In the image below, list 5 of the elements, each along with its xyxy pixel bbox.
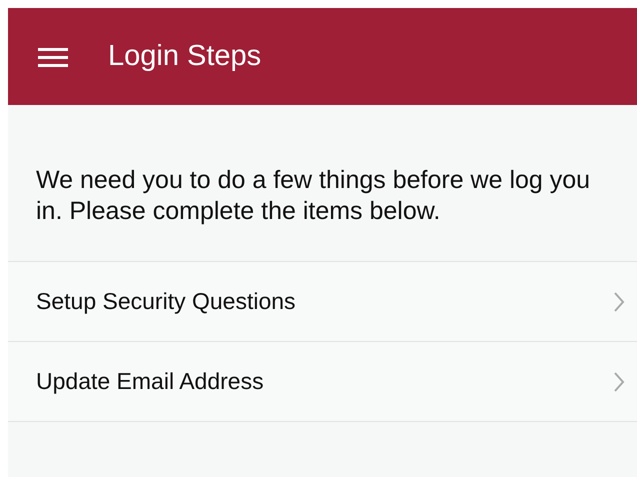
instruction-text: We need you to do a few things before we log you in. Please complete the items below.: [35, 165, 592, 227]
chevron-icon: [613, 370, 625, 392]
app-title: Login Steps: [108, 40, 262, 73]
chevron-icon: [613, 290, 625, 312]
menu-icon[interactable]: [38, 46, 68, 68]
